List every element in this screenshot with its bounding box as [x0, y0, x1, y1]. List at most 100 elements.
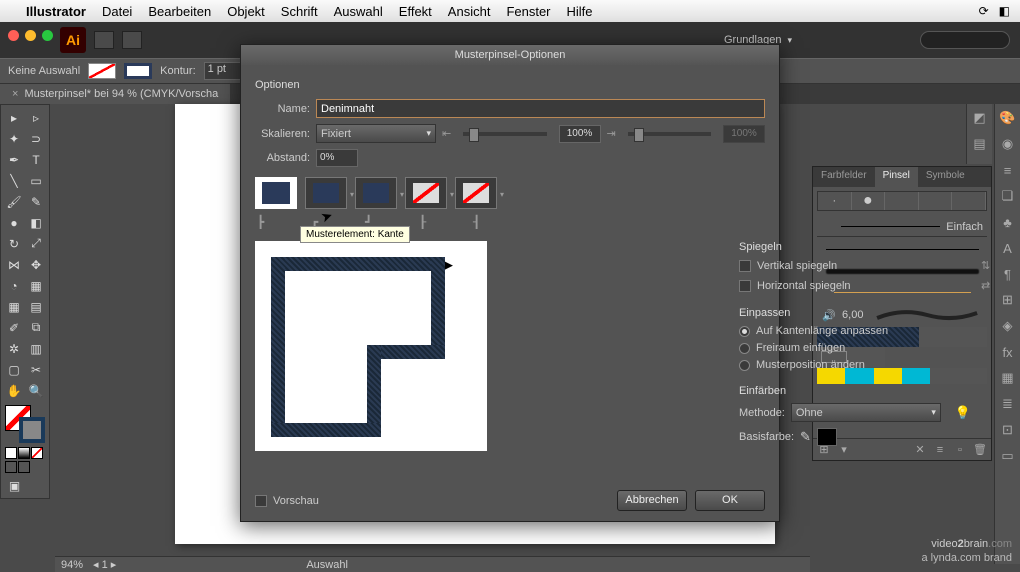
menuextra-icon[interactable]: ◧ [999, 4, 1010, 18]
menu-type[interactable]: Schrift [281, 4, 318, 19]
brush-thumb[interactable]: · [818, 192, 852, 210]
menu-help[interactable]: Hilfe [567, 4, 593, 19]
eraser-tool[interactable]: ◧ [25, 212, 47, 233]
eyedropper-tool[interactable]: ✐ [3, 317, 25, 338]
fill-stroke-block[interactable] [5, 405, 49, 443]
fit-approx-radio[interactable] [739, 360, 750, 371]
zoom-tool[interactable]: 🔍 [25, 380, 47, 401]
hand-tool[interactable]: ✋ [3, 380, 25, 401]
method-select[interactable]: Ohne [791, 403, 941, 422]
eyedropper-icon[interactable]: ✎ [800, 429, 811, 445]
direct-select-tool[interactable]: ▹ [25, 107, 47, 128]
scale-slider[interactable] [463, 132, 546, 136]
menu-file[interactable]: Datei [102, 4, 132, 19]
scale-select[interactable]: Fixiert [316, 124, 436, 143]
rect-tool[interactable]: ▭ [25, 170, 47, 191]
menu-object[interactable]: Objekt [227, 4, 265, 19]
flip-h-check[interactable] [739, 280, 751, 292]
artboard-nav[interactable]: 1 [102, 559, 108, 571]
width-tool[interactable]: ⋈ [3, 254, 25, 275]
fill-swatch[interactable] [88, 63, 116, 79]
close-window[interactable] [8, 30, 19, 41]
slice-tool[interactable]: ✂ [25, 359, 47, 380]
close-tab-icon[interactable]: × [12, 88, 18, 100]
fit-stretch-radio[interactable] [739, 326, 750, 337]
menu-select[interactable]: Auswahl [334, 4, 383, 19]
blob-tool[interactable]: ● [3, 212, 25, 233]
shapebuilder-tool[interactable]: ◔ [3, 275, 25, 296]
document-tab[interactable]: × Musterpinsel* bei 94 % (CMYK/Vorscha [0, 84, 230, 104]
mesh-tool[interactable]: ▦ [3, 296, 25, 317]
pen-tool[interactable]: ✒ [3, 149, 25, 170]
tile-end[interactable]: ▾ [455, 177, 497, 209]
tab-brushes[interactable]: Pinsel [875, 167, 918, 187]
lasso-tool[interactable]: ⊃ [25, 128, 47, 149]
scale-pct[interactable]: 100% [559, 125, 601, 143]
line-tool[interactable]: ╲ [3, 170, 25, 191]
none-mode[interactable] [31, 447, 43, 459]
brush-thumb[interactable] [919, 192, 953, 210]
pencil-tool[interactable]: ✎ [25, 191, 47, 212]
brush-thumb[interactable] [952, 192, 986, 210]
brush-thumb[interactable] [885, 192, 919, 210]
brush-tool[interactable]: 🖌 [3, 191, 25, 212]
spacing-input[interactable]: 0% [316, 149, 358, 167]
name-input[interactable] [316, 99, 765, 118]
menu-edit[interactable]: Bearbeiten [148, 4, 211, 19]
brush-thumb[interactable]: ● [852, 192, 886, 210]
tile-outer-corner[interactable]: ▾ [305, 177, 347, 209]
scale-slider-2[interactable] [628, 132, 711, 136]
bridge-button[interactable] [94, 31, 114, 49]
app-name[interactable]: Illustrator [26, 4, 86, 19]
type-tool[interactable]: T [25, 149, 47, 170]
menu-window[interactable]: Fenster [506, 4, 550, 19]
flip-v-check[interactable] [739, 260, 751, 272]
draw-behind[interactable] [18, 461, 30, 473]
gradient-mode[interactable] [18, 447, 30, 459]
tab-symbols[interactable]: Symbole [918, 167, 973, 187]
basecolor-swatch[interactable] [817, 428, 837, 446]
stroke-swatch[interactable] [124, 63, 152, 79]
tips-icon[interactable]: 💡 [955, 405, 971, 421]
wand-tool[interactable]: ✦ [3, 128, 25, 149]
blend-tool[interactable]: ⧉ [25, 317, 47, 338]
search-input[interactable] [920, 31, 1010, 49]
panel-icon[interactable]: ◩ [970, 108, 990, 128]
preview-check[interactable] [255, 495, 267, 507]
link-icon[interactable]: ⇥ [607, 127, 616, 140]
panel-icon[interactable]: ◉ [998, 134, 1018, 154]
panel-icon[interactable]: ▤ [970, 134, 990, 154]
menu-effect[interactable]: Effekt [399, 4, 432, 19]
ok-button[interactable]: OK [695, 490, 765, 511]
graph-tool[interactable]: ▥ [25, 338, 47, 359]
zoom-level[interactable]: 94% [61, 559, 83, 571]
tile-start[interactable]: ▾ [405, 177, 447, 209]
panel-icon[interactable]: ❏ [998, 186, 1018, 206]
gradient-tool[interactable]: ▤ [25, 296, 47, 317]
menu-view[interactable]: Ansicht [448, 4, 491, 19]
arrange-button[interactable] [122, 31, 142, 49]
minimize-window[interactable] [25, 30, 36, 41]
symbol-tool[interactable]: ✲ [3, 338, 25, 359]
tile-inner-corner[interactable]: ▾ [355, 177, 397, 209]
draw-normal[interactable] [5, 461, 17, 473]
fit-space-radio[interactable] [739, 343, 750, 354]
panel-icon[interactable]: ≡ [998, 160, 1018, 180]
color-mode[interactable] [5, 447, 17, 459]
rotate-tool[interactable]: ↻ [3, 233, 25, 254]
tile-side[interactable] [255, 177, 297, 209]
link-icon[interactable]: ⇤ [442, 127, 451, 140]
stroke-weight-input[interactable]: 1 pt [204, 62, 244, 80]
panel-icon[interactable]: ♣ [998, 212, 1018, 232]
tab-swatches[interactable]: Farbfelder [813, 167, 875, 187]
color-panel-icon[interactable]: 🎨 [998, 108, 1018, 128]
cancel-button[interactable]: Abbrechen [617, 490, 687, 511]
selection-tool[interactable]: ▸ [3, 107, 25, 128]
scale-tool[interactable]: ⤢ [25, 233, 47, 254]
freetransform-tool[interactable]: ✥ [25, 254, 47, 275]
zoom-window[interactable] [42, 30, 53, 41]
stroke-color[interactable] [19, 417, 45, 443]
artboard-tool[interactable]: ▢ [3, 359, 25, 380]
perspective-tool[interactable]: ▦ [25, 275, 47, 296]
screen-mode[interactable]: ▣ [3, 475, 26, 496]
